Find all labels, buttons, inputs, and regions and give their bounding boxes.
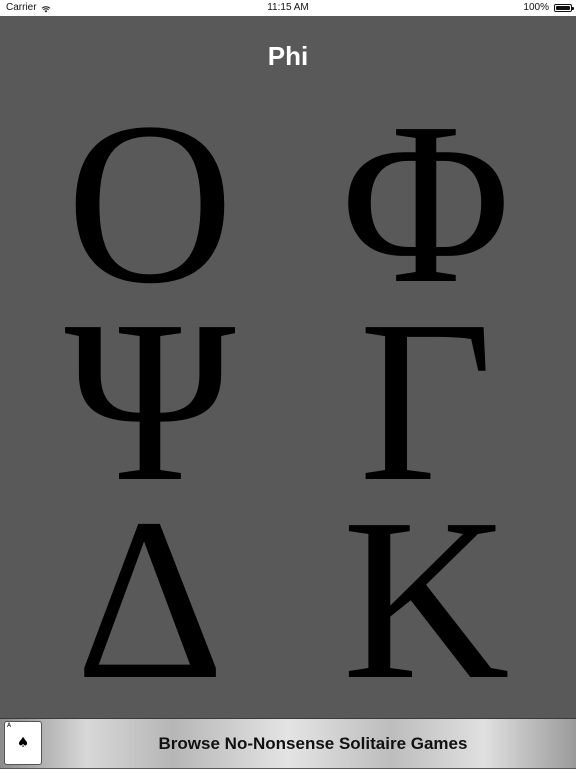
battery-fill	[556, 6, 570, 10]
playing-card-icon: A ♠	[4, 721, 42, 765]
card-corner-label: A	[7, 722, 12, 729]
status-bar: Carrier 11:15 AM 100%	[0, 0, 576, 16]
battery-icon	[554, 4, 574, 12]
page-title: Phi	[267, 41, 309, 71]
status-time: 11:15 AM	[267, 2, 309, 13]
battery-percent: 100%	[523, 2, 549, 13]
solitaire-banner[interactable]: A ♠ Browse No-Nonsense Solitaire Games	[0, 718, 576, 768]
spade-icon: ♠	[16, 735, 30, 751]
letter-delta[interactable]: Δ	[30, 484, 270, 716]
banner-label: Browse No-Nonsense Solitaire Games	[158, 734, 468, 753]
letter-kappa[interactable]: Κ	[306, 484, 546, 716]
